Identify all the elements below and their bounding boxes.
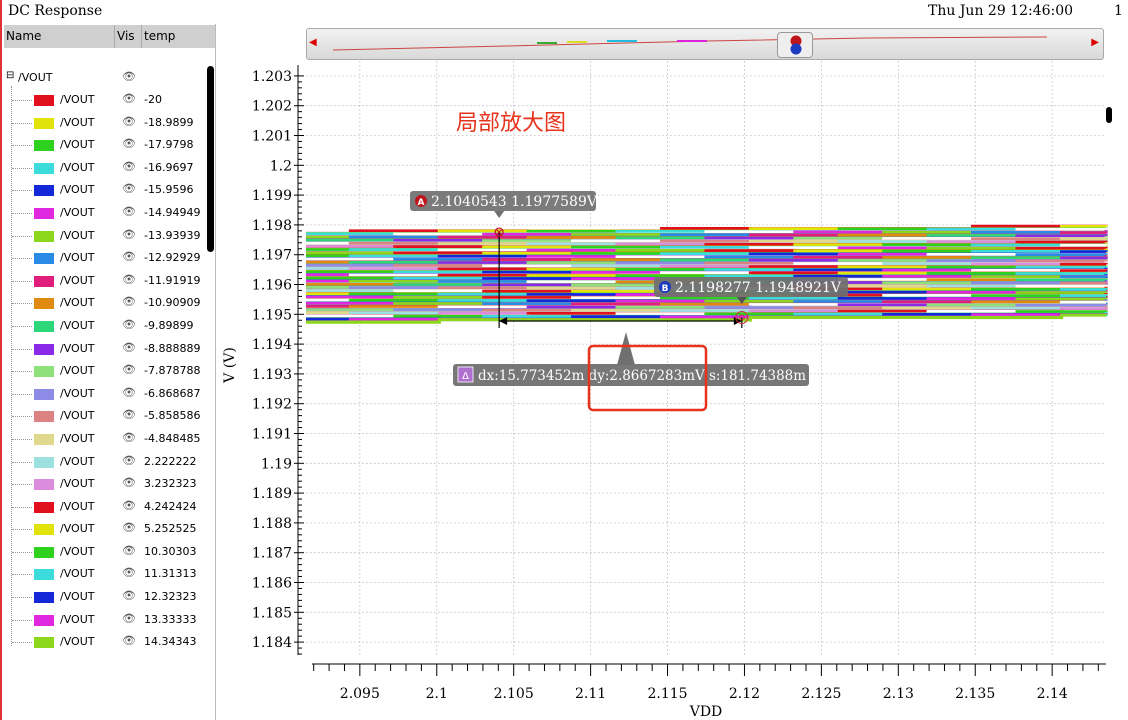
marker-b-label-text: 2.1198277 1.1948921V: [675, 280, 842, 296]
delta-tag: Δ: [462, 371, 469, 382]
y-tick-label: 1.201: [252, 129, 292, 145]
annotation-label: 局部放大图: [456, 111, 566, 136]
y-tick-label: 1.195: [252, 307, 292, 323]
x-axis-label: VDD: [689, 704, 723, 720]
x-tick-label: 2.12: [729, 686, 760, 702]
x-tick-label: 2.135: [955, 686, 995, 702]
x-tick-label: 2.13: [883, 686, 914, 702]
series-band: [306, 224, 1108, 324]
y-tick-label: 1.185: [252, 605, 292, 621]
delta-text: dx:15.773452m dy:2.8667283mV s:181.74388…: [478, 368, 806, 384]
y-tick-label: 1.184: [252, 635, 292, 651]
marker-a-label: A 2.1040543 1.1977589V: [410, 191, 598, 211]
y-tick-label: 1.197: [252, 248, 292, 264]
x-tick-label: 2.125: [801, 686, 841, 702]
y-tick-label: 1.194: [252, 337, 292, 353]
x-tick-label: 2.115: [647, 686, 687, 702]
y-tick-label: 1.186: [252, 576, 292, 592]
marker-b-label-tag: B: [662, 284, 669, 294]
y-tick-label: 1.188: [252, 516, 292, 532]
y-tick-label: 1.187: [252, 546, 292, 562]
y-tick-label: 1.203: [252, 69, 292, 85]
x-tick-label: 2.1: [426, 686, 448, 702]
x-tick-label: 2.11: [575, 686, 606, 702]
x-tick-label: 2.095: [340, 686, 380, 702]
dc-response-window: DC Response Thu Jun 29 12:46:00 1 Name V…: [0, 0, 1128, 720]
y-tick-label: 1.19: [261, 456, 292, 472]
y-tick-label: 1.191: [252, 427, 292, 443]
y-tick-label: 1.202: [252, 99, 292, 115]
y-tick-label: 1.2: [270, 158, 292, 174]
y-tick-label: 1.193: [252, 367, 292, 383]
vertical-scroll-indicator[interactable]: [1106, 107, 1112, 123]
x-tick-label: 2.14: [1037, 686, 1068, 702]
marker-a-label-tag: A: [418, 198, 425, 208]
y-tick-label: 1.189: [252, 486, 292, 502]
marker-a-label-text: 2.1040543 1.1977589V: [431, 194, 598, 210]
y-tick-label: 1.199: [252, 188, 292, 204]
marker-b-label: B 2.1198277 1.1948921V: [654, 277, 848, 297]
y-tick-label: 1.198: [252, 218, 292, 234]
y-tick-label: 1.196: [252, 278, 292, 294]
chart-plot[interactable]: 1.203 1.202 1.201 1.2 1.199 1.198 1.197 1.196 1.…: [2, 0, 1128, 720]
x-tick-label: 2.105: [494, 686, 534, 702]
y-axis-label: V (V): [222, 347, 238, 384]
y-tick-label: 1.192: [252, 397, 292, 413]
